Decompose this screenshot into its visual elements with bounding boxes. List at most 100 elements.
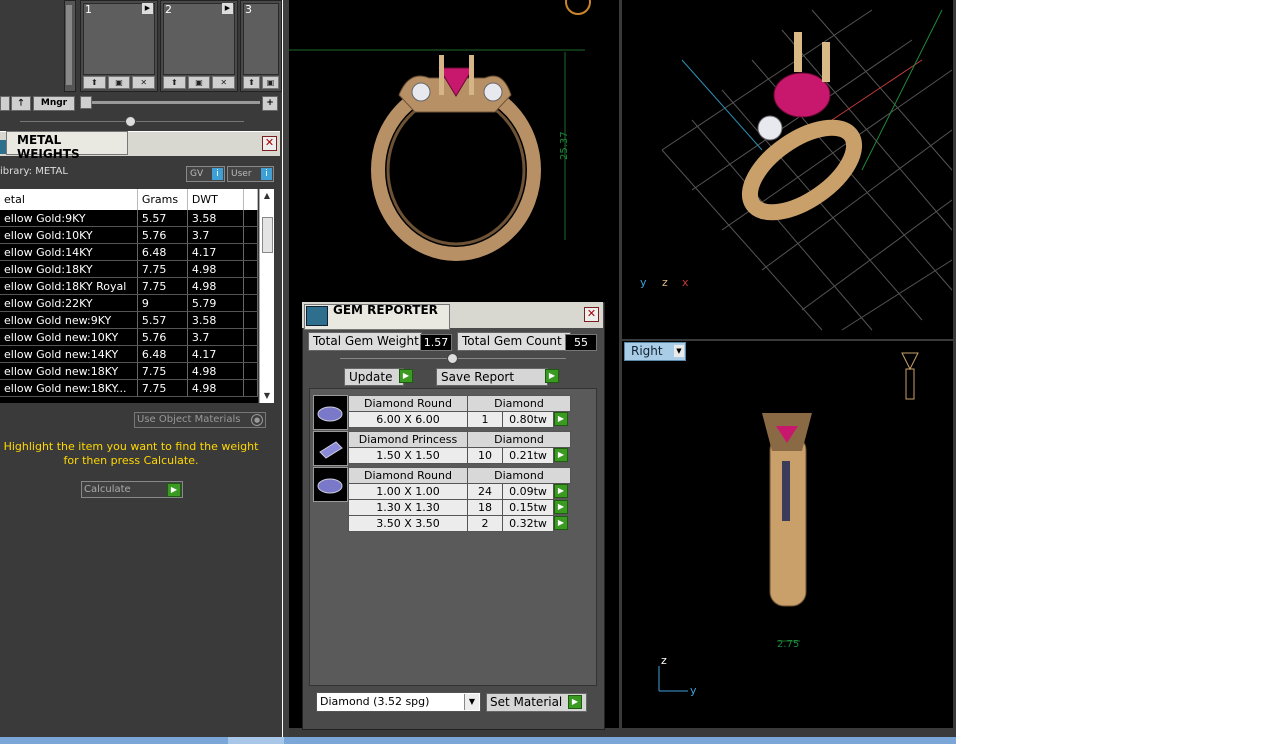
grams-cell[interactable]: 7.75 bbox=[137, 260, 188, 278]
grams-cell[interactable]: 9 bbox=[137, 294, 188, 312]
calculate-button[interactable]: Calculate ▶ bbox=[81, 481, 183, 498]
grams-cell[interactable]: 5.76 bbox=[137, 328, 188, 346]
delete-icon[interactable]: ✕ bbox=[212, 76, 236, 89]
grams-cell[interactable]: 6.48 bbox=[137, 345, 188, 363]
gem-tw[interactable]: 0.80tw bbox=[502, 411, 554, 428]
table-row[interactable]: ellow Gold new:9KY 5.57 3.58 bbox=[0, 311, 258, 329]
gem-material[interactable]: Diamond bbox=[467, 395, 571, 412]
metal-name-cell[interactable]: ellow Gold new:10KY bbox=[0, 328, 138, 346]
play-icon[interactable]: ▶ bbox=[545, 369, 559, 383]
gem-qty[interactable]: 10 bbox=[467, 447, 503, 464]
manager-button[interactable]: Mngr bbox=[33, 96, 75, 111]
slot-1[interactable]: 1 ▶ ⬆ ▣ ✕ bbox=[80, 0, 158, 92]
dwt-cell[interactable]: 3.7 bbox=[187, 226, 244, 244]
metal-name-cell[interactable]: ellow Gold:18KY Royal bbox=[0, 277, 138, 295]
table-row[interactable]: ellow Gold new:18KY 7.75 4.98 bbox=[0, 362, 258, 380]
save-icon[interactable]: ▣ bbox=[187, 76, 211, 89]
play-icon[interactable]: ▶ bbox=[167, 483, 181, 497]
dwt-cell[interactable]: 3.7 bbox=[187, 328, 244, 346]
slot-3[interactable]: 3 ⬆ ▣ bbox=[240, 0, 282, 92]
material-select[interactable]: Diamond (3.52 spg) ▼ bbox=[316, 692, 481, 712]
dwt-cell[interactable]: 4.98 bbox=[187, 277, 244, 295]
play-icon[interactable]: ▶ bbox=[568, 695, 582, 709]
column-header-dwt[interactable]: DWT bbox=[187, 189, 244, 210]
scroll-down-icon[interactable]: ▼ bbox=[262, 391, 272, 401]
zoom-slider-knob[interactable] bbox=[80, 96, 92, 109]
left-arrow-button[interactable] bbox=[0, 96, 10, 111]
close-icon[interactable]: ✕ bbox=[262, 136, 277, 151]
play-icon[interactable]: ▶ bbox=[554, 412, 568, 426]
metal-name-cell[interactable]: ellow Gold:18KY bbox=[0, 260, 138, 278]
right-viewport[interactable]: 2.75 z y bbox=[622, 341, 953, 728]
metal-name-cell[interactable]: ellow Gold:9KY bbox=[0, 210, 138, 227]
metal-name-cell[interactable]: ellow Gold new:18KY... bbox=[0, 379, 138, 397]
close-icon[interactable]: ✕ bbox=[584, 307, 599, 322]
table-row[interactable]: ellow Gold:18KY Royal 7.75 4.98 bbox=[0, 277, 258, 295]
chevron-down-icon[interactable]: ▼ bbox=[674, 345, 684, 357]
round-diamond-thumbnail[interactable] bbox=[313, 467, 348, 502]
metal-name-cell[interactable]: ellow Gold:22KY bbox=[0, 294, 138, 312]
play-icon[interactable]: ▶ bbox=[142, 3, 153, 14]
taskbar-button[interactable] bbox=[228, 737, 284, 744]
grams-cell[interactable]: 5.76 bbox=[137, 226, 188, 244]
gem-shape[interactable]: Diamond Round bbox=[348, 467, 468, 484]
table-row[interactable]: ellow Gold new:18KY... 7.75 4.98 bbox=[0, 379, 258, 397]
scroll-thumb[interactable] bbox=[66, 5, 72, 85]
scroll-up-icon[interactable]: ▲ bbox=[262, 191, 272, 201]
gem-size[interactable]: 1.30 X 1.30 bbox=[348, 499, 468, 516]
princess-diamond-thumbnail[interactable] bbox=[313, 431, 348, 466]
slot-2[interactable]: 2 ▶ ⬆ ▣ ✕ bbox=[160, 0, 238, 92]
gem-material[interactable]: Diamond bbox=[467, 431, 571, 448]
dwt-cell[interactable]: 3.58 bbox=[187, 311, 244, 329]
gem-size[interactable]: 1.50 X 1.50 bbox=[348, 447, 468, 464]
save-icon[interactable]: ▣ bbox=[262, 76, 279, 89]
view-selector[interactable]: Right ▼ bbox=[624, 342, 686, 361]
up-arrow-icon[interactable]: 🡑 bbox=[11, 96, 31, 111]
dwt-cell[interactable]: 4.98 bbox=[187, 362, 244, 380]
zoom-slider-track[interactable] bbox=[84, 101, 260, 104]
table-row[interactable]: ellow Gold:22KY 9 5.79 bbox=[0, 294, 258, 312]
radio-icon[interactable]: ● bbox=[251, 414, 263, 426]
collapse-handle[interactable] bbox=[447, 353, 458, 364]
table-row[interactable]: ellow Gold:10KY 5.76 3.7 bbox=[0, 226, 258, 244]
play-icon[interactable]: ▶ bbox=[554, 448, 568, 462]
use-object-materials-toggle[interactable]: Use Object Materials ● bbox=[134, 412, 266, 428]
play-icon[interactable]: ▶ bbox=[554, 484, 568, 498]
metal-name-cell[interactable]: ellow Gold:14KY bbox=[0, 243, 138, 261]
metal-table-scrollbar[interactable]: ▲ ▼ bbox=[259, 189, 274, 403]
gem-qty[interactable]: 24 bbox=[467, 483, 503, 500]
table-row[interactable]: ellow Gold:14KY 6.48 4.17 bbox=[0, 243, 258, 261]
metal-name-cell[interactable]: ellow Gold:10KY bbox=[0, 226, 138, 244]
play-icon[interactable]: ▶ bbox=[222, 3, 233, 14]
play-icon[interactable]: ▶ bbox=[554, 516, 568, 530]
gem-shape[interactable]: Diamond Princess bbox=[348, 431, 468, 448]
grams-cell[interactable]: 7.75 bbox=[137, 362, 188, 380]
grams-cell[interactable]: 5.57 bbox=[137, 210, 188, 227]
table-row[interactable]: ellow Gold new:14KY 6.48 4.17 bbox=[0, 345, 258, 363]
metal-name-cell[interactable]: ellow Gold new:9KY bbox=[0, 311, 138, 329]
play-icon[interactable]: ▶ bbox=[554, 500, 568, 514]
grams-cell[interactable]: 7.75 bbox=[137, 379, 188, 397]
gem-tw[interactable]: 0.09tw bbox=[502, 483, 554, 500]
slot-scrollbar[interactable] bbox=[64, 0, 76, 92]
update-button[interactable]: Update bbox=[344, 368, 404, 386]
grams-cell[interactable]: 6.48 bbox=[137, 243, 188, 261]
gem-material[interactable]: Diamond bbox=[467, 467, 571, 484]
collapse-handle[interactable] bbox=[125, 116, 136, 127]
grams-cell[interactable]: 5.57 bbox=[137, 311, 188, 329]
gv-toggle[interactable]: GV i bbox=[186, 166, 225, 182]
load-up-icon[interactable]: ⬆ bbox=[163, 76, 186, 89]
table-row[interactable]: ellow Gold:18KY 7.75 4.98 bbox=[0, 260, 258, 278]
gem-tw[interactable]: 0.32tw bbox=[502, 515, 554, 532]
gem-qty[interactable]: 1 bbox=[467, 411, 503, 428]
column-header-metal[interactable]: etal bbox=[0, 189, 138, 210]
dwt-cell[interactable]: 3.58 bbox=[187, 210, 244, 227]
save-report-button[interactable]: Save Report bbox=[436, 368, 548, 386]
table-row[interactable]: ellow Gold:9KY 5.57 3.58 bbox=[0, 210, 258, 227]
gem-size[interactable]: 1.00 X 1.00 bbox=[348, 483, 468, 500]
delete-icon[interactable]: ✕ bbox=[132, 76, 156, 89]
save-icon[interactable]: ▣ bbox=[107, 76, 131, 89]
metal-name-cell[interactable]: ellow Gold new:18KY bbox=[0, 362, 138, 380]
gem-shape[interactable]: Diamond Round bbox=[348, 395, 468, 412]
metal-name-cell[interactable]: ellow Gold new:14KY bbox=[0, 345, 138, 363]
